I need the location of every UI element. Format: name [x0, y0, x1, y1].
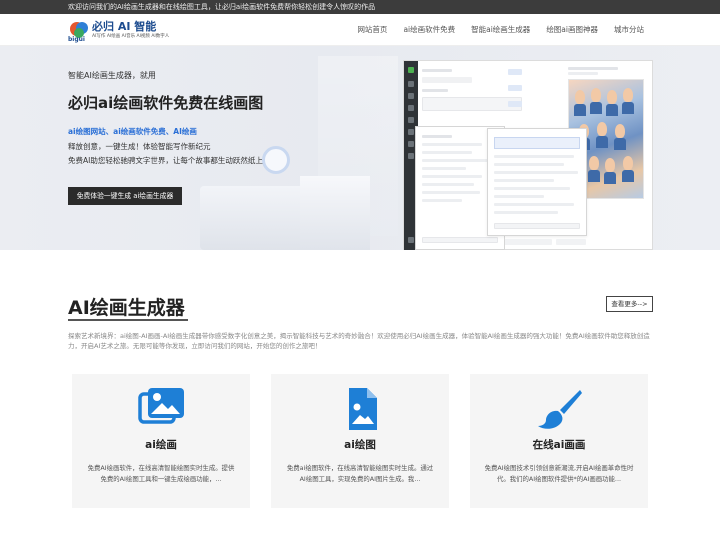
site-logo[interactable]: bigui 必归 AI 智能 AI写作 AI绘画 AI音乐 AI视频 AI数字人 — [68, 17, 170, 43]
card-description: 免费ai绘图软件，在线高清智能绘图实时生成。通过AI绘图工具，实现免费的AI图片… — [286, 464, 434, 483]
section-title: AI绘画生成器 — [68, 297, 185, 319]
feature-cards: ai绘画 免费AI绘画软件，在线高清智能绘图实时生成。提供免费的AI绘图工具和一… — [72, 374, 648, 508]
view-more-button[interactable]: 查看更多--> — [606, 296, 653, 312]
logo-tagline: AI写作 AI绘画 AI音乐 AI视频 AI数字人 — [92, 34, 170, 39]
hero-decoration — [300, 176, 370, 250]
hero-banner: 智能AI绘画生成器，就用 必归ai绘画软件免费在线画图 ai绘图网站、ai绘画软… — [0, 46, 720, 250]
hero-kicker: 智能AI绘画生成器，就用 — [68, 71, 156, 80]
logo-suffix: AI 智能 — [117, 20, 157, 33]
card-title: ai绘图 — [344, 439, 376, 451]
feature-card-ai-drawing[interactable]: ai绘图 免费ai绘图软件，在线高清智能绘图实时生成。通过AI绘图工具，实现免费… — [271, 374, 449, 508]
card-title: 在线ai画画 — [532, 439, 586, 451]
paint-brush-icon — [538, 390, 582, 429]
logo-title: 必归 AI 智能 — [92, 18, 156, 34]
hero-ring-decoration — [262, 146, 290, 174]
section-intro: 探索艺术新境界：ai绘图-AI画画-AI绘画生成器带你感受数字化创意之美，揭示智… — [68, 332, 650, 350]
hero-tagline-1: 释放创意，一键生成！体验智能写作新纪元 — [68, 142, 211, 151]
card-description: 免费AI绘画软件，在线高清智能绘图实时生成。提供免费的AI绘图工具和一键生成绘画… — [87, 464, 235, 483]
hero-tagline-2: 免费AI助您轻松驰骋文字世界，让每个故事都生动跃然纸上 — [68, 156, 263, 165]
header-nav-bar: bigui 必归 AI 智能 AI写作 AI绘画 AI音乐 AI视频 AI数字人… — [0, 14, 720, 46]
nav-item-ai-generator[interactable]: 智能ai绘画生成器 — [463, 14, 538, 46]
hero-decoration — [200, 186, 310, 250]
announcement-text: 欢迎访问我们的AI绘画生成器和在线绘图工具，让必归ai绘画软件免费帮你轻松创建令… — [68, 3, 376, 11]
feature-card-ai-painting[interactable]: ai绘画 免费AI绘画软件，在线高清智能绘图实时生成。提供免费的AI绘图工具和一… — [72, 374, 250, 508]
logo-mark-text: bigui — [68, 36, 85, 43]
nav-item-drawing-tool[interactable]: 绘图ai画图神器 — [538, 14, 606, 46]
hero-keyword-links[interactable]: ai绘图网站、ai绘画软件免费、AI绘画 — [68, 126, 197, 137]
section-title-underline — [68, 319, 188, 321]
nav-item-city-sites[interactable]: 城市分站 — [606, 14, 652, 46]
card-description: 免费AI绘图技术引领创意新潮流,开启AI绘画革命性时代。我们的AI绘图软件提供*… — [484, 464, 634, 483]
nav-item-ai-painting-free[interactable]: ai绘画软件免费 — [395, 14, 463, 46]
logo-name: 必归 — [92, 20, 114, 33]
hero-cta-button[interactable]: 免费体验一键生成 ai绘画生成器 — [68, 187, 182, 205]
app-screenshot-popup — [487, 128, 587, 236]
image-file-icon — [349, 388, 377, 430]
top-announcement-bar: 欢迎访问我们的AI绘画生成器和在线绘图工具，让必归ai绘画软件免费帮你轻松创建令… — [0, 0, 720, 14]
images-icon — [138, 388, 184, 424]
nav-item-home[interactable]: 网站首页 — [349, 14, 395, 46]
feature-card-online-painting[interactable]: 在线ai画画 免费AI绘图技术引领创意新潮流,开启AI绘画革命性时代。我们的AI… — [470, 374, 648, 508]
hero-title: 必归ai绘画软件免费在线画图 — [68, 94, 264, 112]
main-nav: 网站首页 ai绘画软件免费 智能ai绘画生成器 绘图ai画图神器 城市分站 — [349, 14, 652, 46]
card-title: ai绘画 — [145, 439, 177, 451]
